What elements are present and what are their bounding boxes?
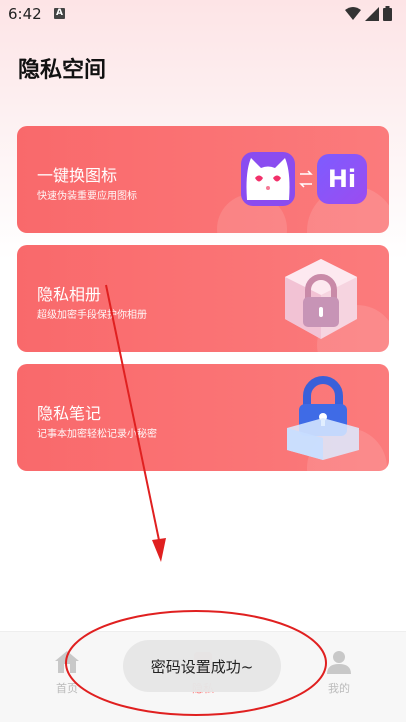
private-album-card[interactable]: 隐私相册 超级加密手段保护你相册: [17, 245, 389, 352]
status-bar: 6:42 A: [0, 0, 406, 28]
swap-arrows-icon: [299, 170, 313, 188]
card-subtitle: 快速伪装重要应用图标: [37, 191, 137, 202]
change-icon-card[interactable]: 一键换图标 快速伪装重要应用图标 Hi: [17, 126, 389, 233]
hi-app-label: Hi: [327, 165, 357, 193]
tab-profile[interactable]: 我的: [309, 650, 369, 696]
status-icons: [345, 6, 392, 21]
hi-app-icon: Hi: [317, 154, 367, 204]
page-title: 隐私空间: [18, 58, 107, 83]
lock-cube-icon: [285, 259, 357, 339]
status-time: 6:42: [8, 5, 42, 23]
card-subtitle: 超级加密手段保护你相册: [37, 310, 147, 321]
card-title: 隐私相册: [37, 285, 102, 304]
tab-home[interactable]: 首页: [37, 650, 97, 696]
profile-icon: [327, 651, 351, 674]
tab-home-label: 首页: [56, 682, 78, 695]
tab-profile-label: 我的: [328, 682, 350, 695]
private-notes-card[interactable]: 隐私笔记 记事本加密轻松记录小秘密: [17, 364, 389, 471]
card-title: 一键换图标: [37, 166, 118, 185]
battery-icon: [383, 6, 392, 21]
annotation-overlay: [65, 284, 327, 716]
lock-box-icon: [287, 376, 359, 460]
toast-message: 密码设置成功~: [123, 640, 281, 692]
signal-icon: [365, 6, 379, 21]
home-icon: [55, 651, 79, 673]
card-subtitle: 记事本加密轻松记录小秘密: [37, 429, 157, 440]
notification-icon: A: [54, 8, 65, 19]
cat-app-icon: [241, 152, 295, 206]
card-title: 隐私笔记: [37, 404, 102, 423]
card-art: Hi: [241, 152, 367, 206]
wifi-icon: [345, 6, 361, 20]
